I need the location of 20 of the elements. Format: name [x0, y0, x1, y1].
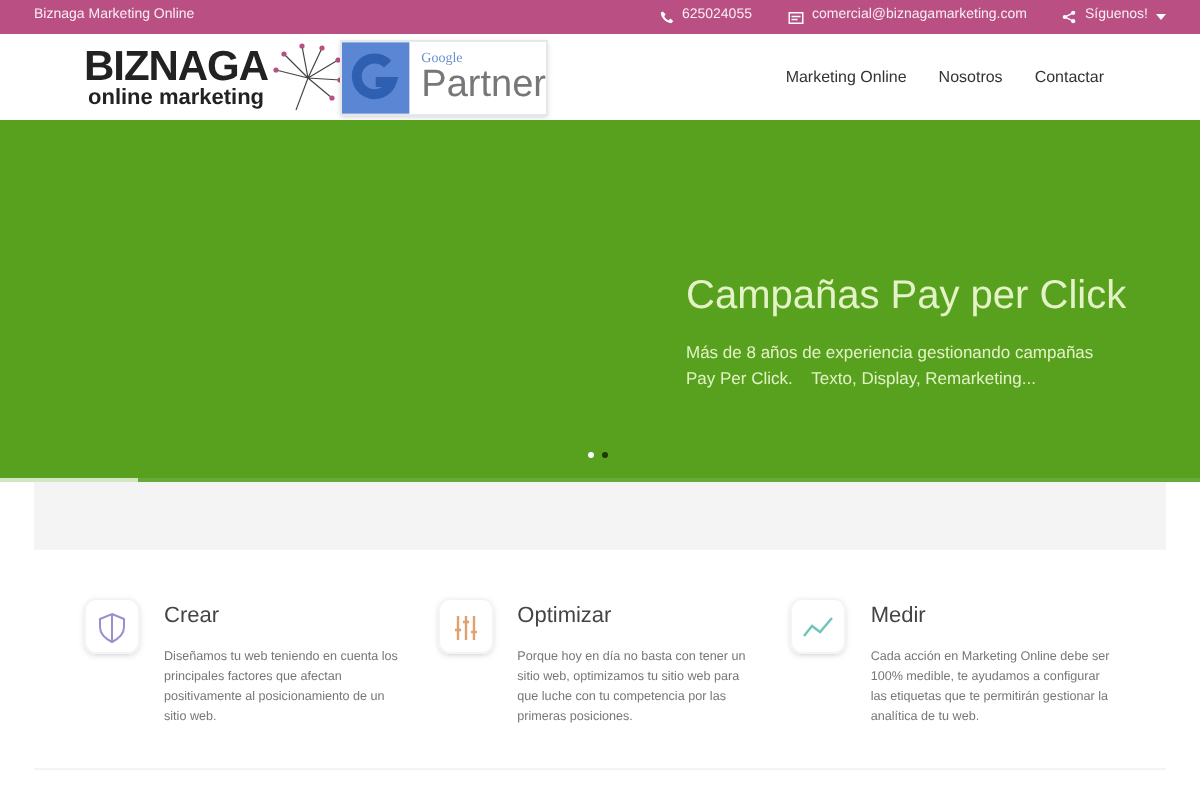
phone-icon: [659, 10, 674, 24]
dandelion-icon: [267, 41, 344, 113]
g-letter-icon: [341, 41, 410, 113]
hero-title: Campañas Pay per Click: [686, 272, 1127, 320]
partner-label: Partner: [421, 65, 546, 103]
sliders-icon: [437, 598, 494, 654]
line-chart-icon: [790, 598, 847, 654]
logo-tagline: online marketing: [88, 87, 267, 109]
mail-icon: [787, 11, 804, 23]
shield-icon: [84, 598, 140, 654]
feature-title: Medir: [870, 602, 928, 632]
nav-link[interactable]: Nosotros: [938, 65, 1003, 89]
logo-wordmark: BIZNAGA: [84, 45, 268, 87]
nav-link[interactable]: Marketing Online: [785, 65, 907, 89]
share-icon: [1062, 10, 1077, 24]
nav-link[interactable]: Contactar: [1034, 65, 1104, 89]
feature-title: Optimizar: [517, 602, 614, 632]
feature-title: Crear: [164, 602, 222, 632]
caret-icon: [1156, 13, 1166, 21]
hero-text: Más de 8 años de experiencia gestionando campañas Pay Per Click. Texto, Display, Remarketing...: [686, 340, 1096, 392]
